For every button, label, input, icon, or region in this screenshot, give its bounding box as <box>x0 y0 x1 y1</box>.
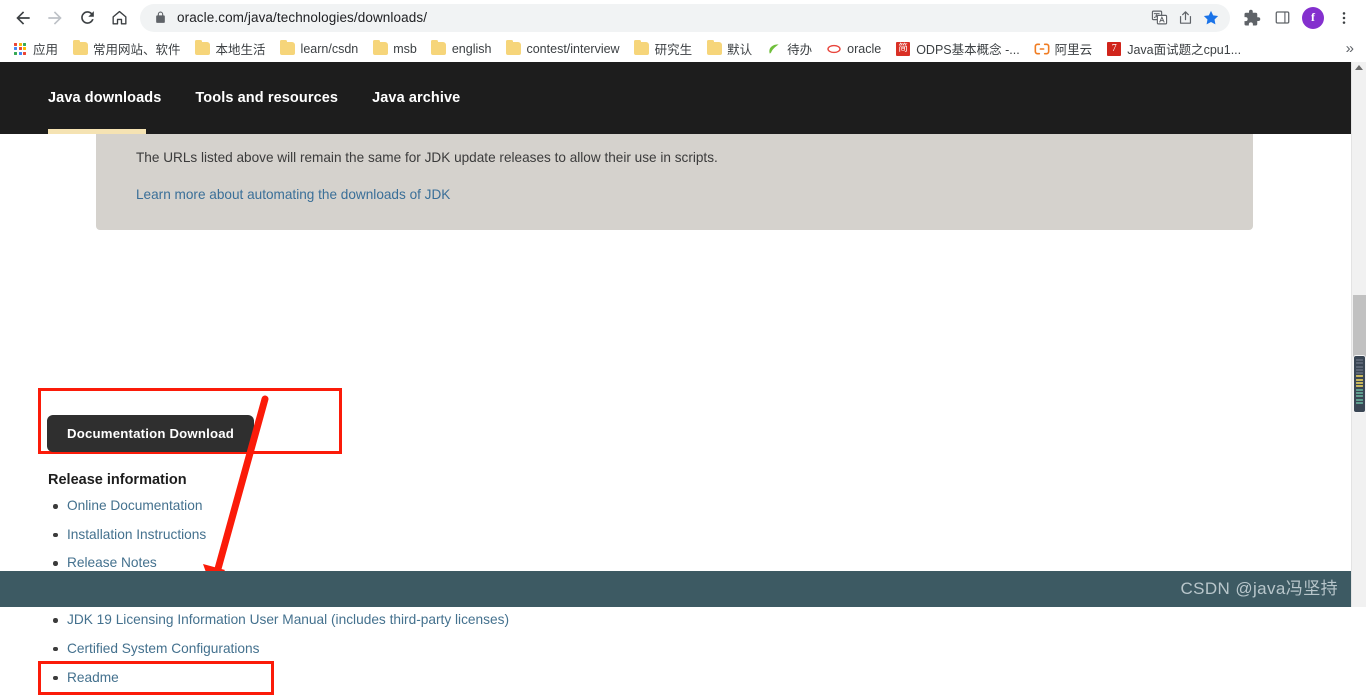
bookmark-label: oracle <box>847 41 882 56</box>
page-footer <box>0 571 1353 607</box>
bookmark-label: 待办 <box>787 43 813 57</box>
folder-icon <box>280 39 296 57</box>
bookmark-item-aliyun[interactable]: 阿里云 <box>1028 36 1101 61</box>
bookmarks-bar: 应用 常用网站、软件 本地生活 learn/csdn msb english c… <box>0 35 1366 62</box>
link-installation-instructions[interactable]: Installation Instructions <box>67 527 206 542</box>
bookmark-item-todo[interactable]: 待办 <box>760 36 820 61</box>
home-button[interactable] <box>104 3 134 33</box>
bookmark-item-default[interactable]: 默认 <box>700 36 760 61</box>
leaf-icon <box>766 41 782 57</box>
browser-toolbar: oracle.com/java/technologies/downloads/ <box>0 0 1366 35</box>
bookmark-label: learn/csdn <box>300 41 359 56</box>
forward-button[interactable] <box>40 3 70 33</box>
side-panel-icon[interactable] <box>1268 3 1296 33</box>
csdn-watermark: CSDN @java冯坚持 <box>1180 579 1338 598</box>
browser-chrome: oracle.com/java/technologies/downloads/ <box>0 0 1366 62</box>
minimap-stripe <box>1356 378 1363 381</box>
scroll-up-arrow-icon[interactable] <box>1355 65 1363 70</box>
page-content: The URLs listed above will remain the sa… <box>0 134 1366 695</box>
bookmark-label: contest/interview <box>526 41 620 56</box>
jian-square-icon: 简 <box>895 41 911 57</box>
bookmark-item-odps[interactable]: 简 ODPS基本概念 -... <box>889 36 1027 61</box>
folder-icon <box>372 39 388 57</box>
link-jdk19-licensing-information[interactable]: JDK 19 Licensing Information User Manual… <box>67 612 509 627</box>
minimap-stripe <box>1356 398 1363 401</box>
bookmark-item-apps[interactable]: 应用 <box>6 36 66 61</box>
list-item: JDK 19 Licensing Information User Manual… <box>48 610 509 639</box>
folder-icon <box>431 39 447 57</box>
more-menu-icon[interactable] <box>1330 3 1358 33</box>
oracle-oval-icon <box>826 41 842 57</box>
automation-notice-box: The URLs listed above will remain the sa… <box>96 134 1253 230</box>
minimap-stripe <box>1356 375 1363 378</box>
minimap-stripe <box>1356 372 1363 375</box>
minimap-stripe <box>1356 362 1363 365</box>
bookmarks-overflow-button[interactable]: » <box>1340 40 1360 57</box>
minimap-stripe <box>1356 385 1363 388</box>
bookmark-item-common-sites[interactable]: 常用网站、软件 <box>66 36 189 61</box>
folder-icon <box>634 39 650 57</box>
learn-more-automating-link[interactable]: Learn more about automating the download… <box>136 187 450 202</box>
aliyun-bracket-icon <box>1034 41 1050 57</box>
url-text: oracle.com/java/technologies/downloads/ <box>177 10 428 25</box>
back-button[interactable] <box>8 3 38 33</box>
bookmark-label: 应用 <box>33 43 59 57</box>
bookmark-label: english <box>451 41 492 56</box>
translate-icon[interactable] <box>1146 5 1172 31</box>
tab-java-downloads[interactable]: Java downloads <box>48 62 161 134</box>
bookmark-item-msb[interactable]: msb <box>366 38 425 60</box>
bookmark-item-local-life[interactable]: 本地生活 <box>189 36 274 61</box>
bookmark-label: Java面试题之cpu1... <box>1127 43 1242 57</box>
folder-icon <box>706 39 722 57</box>
minimap-stripe <box>1356 359 1363 361</box>
bookmark-label: ODPS基本概念 -... <box>916 43 1020 57</box>
bookmark-item-contest-interview[interactable]: contest/interview <box>499 38 627 60</box>
bookmark-item-learn-csdn[interactable]: learn/csdn <box>274 38 367 60</box>
folder-icon <box>195 39 211 57</box>
minimap-stripe <box>1356 382 1363 385</box>
highlight-box-readme <box>38 661 274 695</box>
link-release-notes[interactable]: Release Notes <box>67 555 157 570</box>
bookmark-item-graduate[interactable]: 研究生 <box>628 36 701 61</box>
reload-button[interactable] <box>72 3 102 33</box>
bookmark-item-oracle[interactable]: oracle <box>820 38 889 60</box>
tab-tools-and-resources[interactable]: Tools and resources <box>195 62 338 134</box>
minimap-stripe <box>1356 395 1363 398</box>
bookmark-label: 研究生 <box>654 43 693 57</box>
bookmark-label: msb <box>393 41 417 56</box>
page-nav-bar: Java downloads Tools and resources Java … <box>0 62 1366 134</box>
page-scrollbar[interactable] <box>1351 62 1366 607</box>
bookmark-star-icon[interactable] <box>1198 5 1224 31</box>
notice-text: The URLs listed above will remain the sa… <box>136 150 718 165</box>
folder-icon <box>72 39 88 57</box>
bookmark-item-java-interview[interactable]: 7 Java面试题之cpu1... <box>1100 36 1249 61</box>
share-icon[interactable] <box>1172 5 1198 31</box>
minimap-stripe <box>1356 391 1363 394</box>
lock-icon <box>154 11 167 24</box>
list-item: Installation Instructions <box>48 525 509 554</box>
minimap-stripe <box>1356 365 1363 368</box>
bookmark-label: 本地生活 <box>215 43 266 57</box>
scrollbar-minimap[interactable] <box>1353 355 1366 413</box>
release-information-title: Release information <box>48 472 187 488</box>
folder-icon <box>505 39 521 57</box>
apps-grid-icon <box>12 41 28 57</box>
minimap-stripe <box>1356 401 1363 404</box>
bookmark-label: 常用网站、软件 <box>93 43 181 57</box>
bookmark-label: 阿里云 <box>1054 43 1093 57</box>
minimap-stripe <box>1356 388 1363 391</box>
address-bar[interactable]: oracle.com/java/technologies/downloads/ <box>140 3 1230 32</box>
bookmark-item-english[interactable]: english <box>425 38 500 60</box>
profile-avatar[interactable]: f <box>1302 6 1324 29</box>
list-item: Online Documentation <box>48 496 509 525</box>
red-shield-icon: 7 <box>1106 41 1122 57</box>
bookmark-label: 默认 <box>727 43 753 57</box>
link-online-documentation[interactable]: Online Documentation <box>67 498 202 513</box>
extensions-puzzle-icon[interactable] <box>1238 3 1266 33</box>
tab-java-archive[interactable]: Java archive <box>372 62 460 134</box>
documentation-download-button[interactable]: Documentation Download <box>47 415 255 452</box>
minimap-stripe <box>1356 368 1363 371</box>
link-certified-system-configurations[interactable]: Certified System Configurations <box>67 641 259 656</box>
